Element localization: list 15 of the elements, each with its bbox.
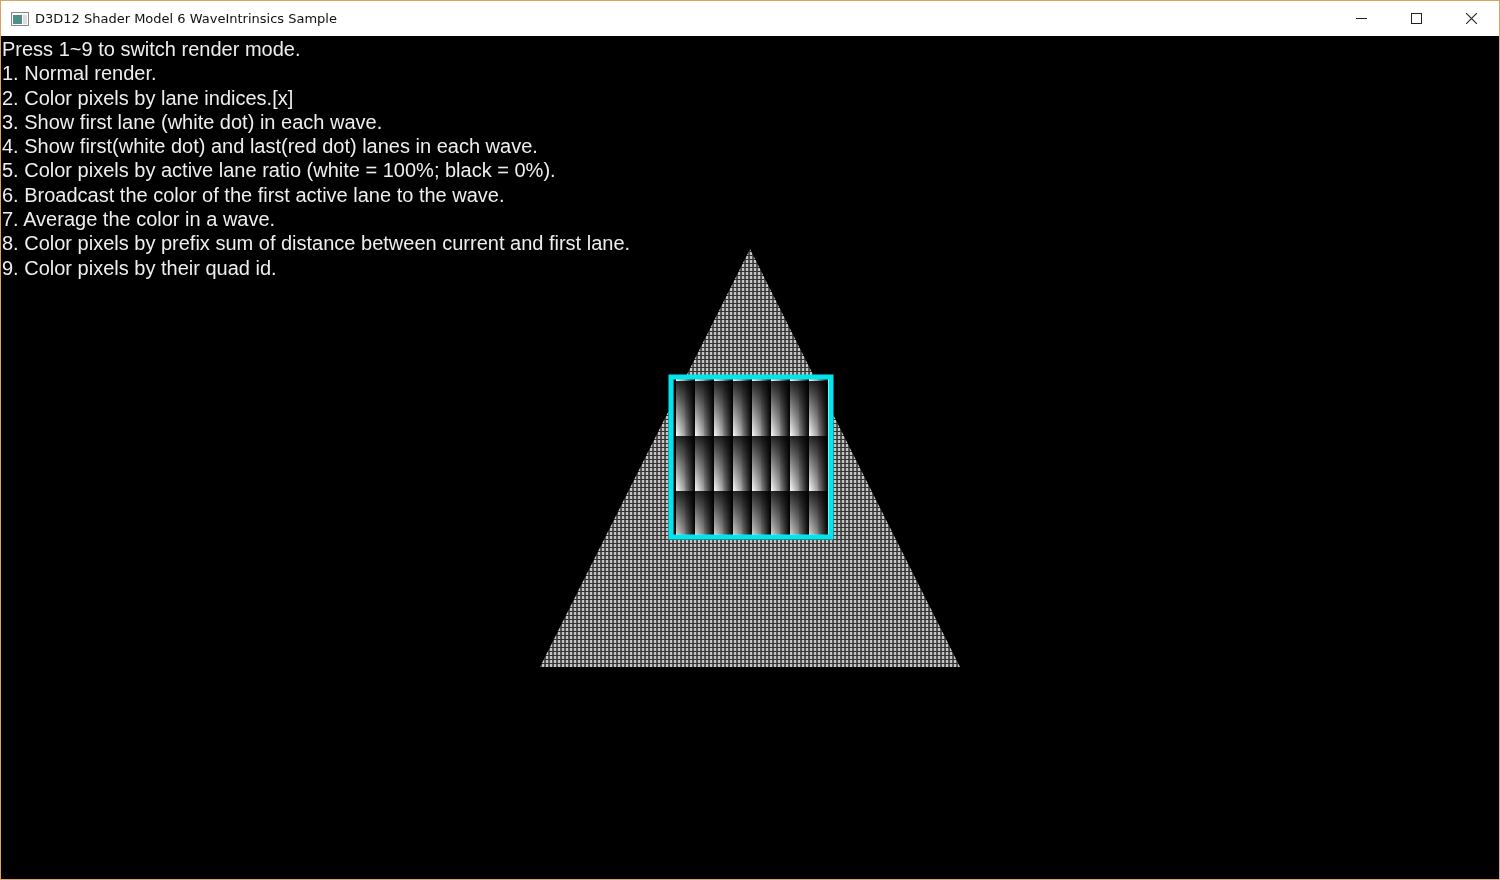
instruction-text: 5. Color pixels by active lane ratio (white = 100%; black = 0%).: [1, 158, 556, 183]
maximize-icon: [1411, 13, 1422, 24]
app-icon: [11, 11, 29, 26]
instruction-text: 7. Average the color in a wave.: [1, 207, 276, 232]
instruction-text: 3. Show first lane (white dot) in each wave.: [1, 109, 383, 135]
instruction-text: 8. Color pixels by prefix sum of distance between current and first lane.: [1, 231, 631, 256]
instruction-text: 9. Color pixels by their quad id.: [1, 255, 277, 280]
instruction-text: 6. Broadcast the color of the first active lane to the wave.: [1, 182, 505, 208]
instruction-text: Press 1~9 to switch render mode.: [1, 37, 301, 62]
close-icon: [1466, 13, 1477, 24]
instruction-text: 1. Normal render.: [1, 61, 157, 86]
window-title: D3D12 Shader Model 6 WaveIntrinsics Sample: [35, 11, 338, 26]
instruction-text: 4. Show first(white dot) and last(red dot) lanes in each wave.: [1, 134, 538, 159]
instruction-text: 2. Color pixels by lane indices.[x]: [1, 85, 294, 110]
minimize-icon: [1356, 18, 1367, 19]
